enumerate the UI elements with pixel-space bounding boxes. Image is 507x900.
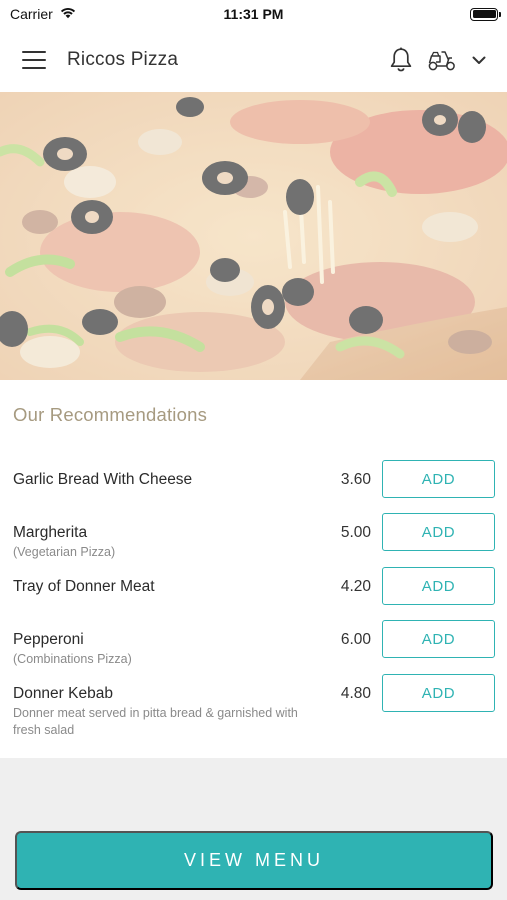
add-button[interactable]: ADD bbox=[382, 620, 495, 658]
status-left: Carrier bbox=[10, 6, 77, 22]
carrier-label: Carrier bbox=[10, 6, 53, 22]
chevron-down-icon[interactable] bbox=[471, 54, 487, 66]
item-price: 4.80 bbox=[340, 685, 371, 702]
menu-item: Donner Kebab Donner meat served in pitta… bbox=[13, 674, 495, 739]
add-button[interactable]: ADD bbox=[382, 460, 495, 498]
menu-icon[interactable] bbox=[22, 51, 46, 69]
menu-item: Tray of Donner Meat 4.20 ADD bbox=[13, 567, 495, 605]
item-description: (Vegetarian Pizza) bbox=[13, 545, 116, 559]
item-description: (Combinations Pizza) bbox=[13, 652, 132, 666]
section-title: Our Recommendations bbox=[13, 404, 208, 425]
menu-item: Pepperoni (Combinations Pizza) 6.00 ADD bbox=[13, 620, 495, 668]
add-button[interactable]: ADD bbox=[382, 567, 495, 605]
hero-pizza-image bbox=[0, 92, 507, 380]
wifi-icon bbox=[59, 6, 77, 22]
item-description: Donner meat served in pitta bread & garn… bbox=[13, 706, 298, 737]
menu-item: Garlic Bread With Cheese 3.60 ADD bbox=[13, 460, 495, 498]
header-actions bbox=[389, 47, 487, 73]
battery-icon bbox=[470, 7, 501, 21]
item-price: 3.60 bbox=[340, 471, 371, 488]
status-bar: Carrier 11:31 PM bbox=[0, 0, 507, 28]
add-button[interactable]: ADD bbox=[382, 674, 495, 712]
add-button[interactable]: ADD bbox=[382, 513, 495, 551]
app-header: Riccos Pizza bbox=[0, 28, 507, 92]
view-menu-button[interactable]: VIEW MENU bbox=[15, 831, 493, 890]
item-price: 5.00 bbox=[340, 524, 371, 541]
app-title: Riccos Pizza bbox=[67, 49, 179, 70]
item-price: 6.00 bbox=[340, 631, 371, 648]
item-price: 4.20 bbox=[340, 578, 371, 595]
bell-icon[interactable] bbox=[389, 47, 413, 73]
scooter-icon[interactable] bbox=[427, 48, 457, 72]
menu-item: Margherita (Vegetarian Pizza) 5.00 ADD bbox=[13, 513, 495, 561]
